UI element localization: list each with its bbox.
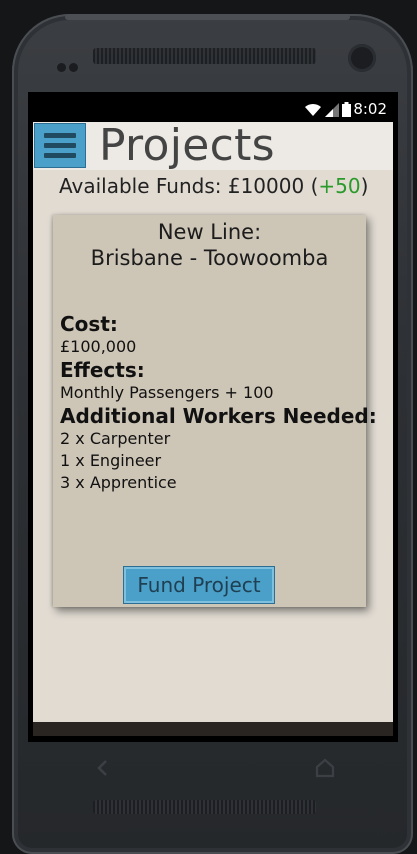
battery-icon bbox=[342, 102, 351, 117]
worker-item: 2 x Carpenter bbox=[60, 429, 171, 448]
project-title: New Line: Brisbane - Toowoomba bbox=[53, 219, 366, 271]
worker-item: 3 x Apprentice bbox=[60, 473, 177, 492]
status-icons bbox=[304, 101, 351, 117]
page-title: Projects bbox=[99, 120, 275, 171]
workers-label: Additional Workers Needed: bbox=[60, 404, 377, 428]
project-title-line2: Brisbane - Toowoomba bbox=[90, 246, 329, 270]
earpiece-speaker bbox=[93, 48, 316, 64]
hamburger-menu-icon[interactable] bbox=[34, 123, 86, 168]
effects-label: Effects: bbox=[60, 358, 145, 382]
cost-value: £100,000 bbox=[60, 337, 137, 356]
device-top-edge bbox=[65, 14, 350, 20]
status-bar: 8:02 bbox=[33, 96, 393, 122]
available-funds: Available Funds: £10000 (+50) bbox=[59, 174, 368, 198]
project-details: Cost: £100,000 Effects: Monthly Passenge… bbox=[60, 312, 377, 494]
project-title-line1: New Line: bbox=[157, 220, 262, 244]
bottom-speaker bbox=[93, 800, 316, 814]
available-funds-label: Available Funds: £10000 ( bbox=[59, 174, 319, 198]
front-camera bbox=[348, 44, 376, 72]
fund-project-button[interactable]: Fund Project bbox=[123, 566, 275, 604]
signal-icon bbox=[325, 103, 339, 117]
effects-value: Monthly Passengers + 100 bbox=[60, 383, 274, 402]
funds-delta: +50 bbox=[318, 174, 361, 198]
cost-label: Cost: bbox=[60, 312, 118, 336]
wifi-icon bbox=[305, 103, 321, 116]
proximity-sensor bbox=[57, 57, 81, 76]
status-time: 8:02 bbox=[353, 100, 387, 118]
app-header: Projects bbox=[33, 120, 393, 171]
available-funds-suffix: ) bbox=[360, 174, 369, 198]
navigation-strip bbox=[33, 722, 393, 736]
back-icon[interactable] bbox=[93, 758, 113, 778]
worker-item: 1 x Engineer bbox=[60, 451, 162, 470]
home-icon[interactable] bbox=[314, 758, 336, 778]
project-card: New Line: Brisbane - Toowoomba Cost: £10… bbox=[53, 215, 377, 607]
app-screen: 8:02 Projects Available Funds: £10000 (+… bbox=[33, 96, 393, 736]
